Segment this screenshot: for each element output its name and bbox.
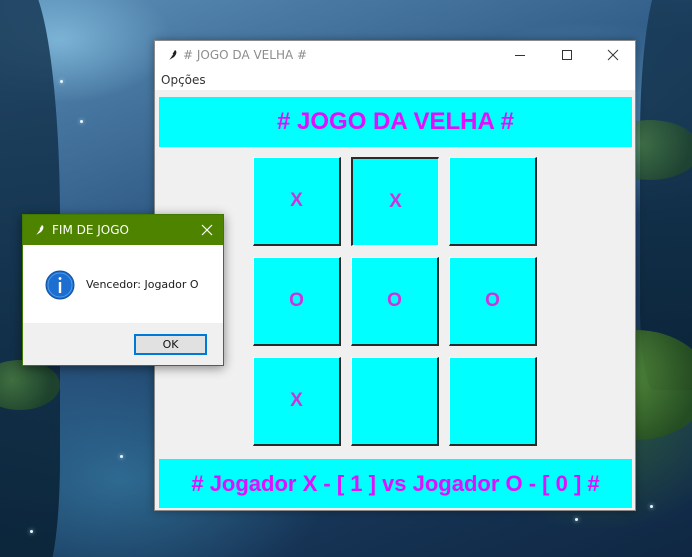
dialog-body: Vencedor: Jogador O (23, 245, 223, 323)
feather-icon (34, 225, 44, 237)
dialog-close-button[interactable] (191, 215, 223, 245)
feather-icon (167, 50, 177, 62)
board-cell-1-2[interactable]: O (449, 257, 537, 346)
board-cell-1-0[interactable]: O (253, 257, 341, 346)
info-icon (45, 270, 75, 300)
wallpaper-sparkle (575, 518, 578, 521)
board-cell-1-1[interactable]: O (351, 257, 439, 346)
game-title-banner: # JOGO DA VELHA # (159, 97, 632, 147)
dialog-titlebar[interactable]: FIM DE JOGO (23, 215, 223, 245)
board-cell-0-1[interactable]: X (351, 157, 439, 246)
dialog-title: FIM DE JOGO (52, 223, 129, 237)
close-button[interactable] (590, 41, 636, 70)
board-cell-2-0[interactable]: X (253, 357, 341, 446)
main-titlebar[interactable]: # JOGO DA VELHA # (155, 41, 635, 70)
window-title: # JOGO DA VELHA # (183, 48, 308, 62)
board-cell-2-1[interactable] (351, 357, 439, 446)
wallpaper-sparkle (30, 530, 33, 533)
minimize-button[interactable] (497, 41, 543, 70)
close-icon (607, 49, 619, 61)
wallpaper-sparkle (650, 505, 653, 508)
minimize-icon (515, 55, 525, 56)
maximize-icon (562, 50, 572, 60)
wallpaper-sparkle (120, 455, 123, 458)
menu-item-opcoes[interactable]: Opções (161, 73, 206, 87)
board-cell-2-2[interactable] (449, 357, 537, 446)
maximize-button[interactable] (544, 41, 590, 70)
wallpaper-sparkle (80, 120, 83, 123)
score-banner: # Jogador X - [ 1 ] vs Jogador O - [ 0 ]… (159, 459, 632, 508)
game-over-dialog: FIM DE JOGO Vencedor: Jogador O OK (22, 214, 224, 366)
close-icon (201, 224, 213, 236)
board-cell-0-0[interactable]: X (253, 157, 341, 246)
wallpaper-sparkle (60, 80, 63, 83)
board-cell-0-2[interactable] (449, 157, 537, 246)
main-window: # JOGO DA VELHA # Opções # JOGO DA VELHA… (154, 40, 636, 511)
ok-button[interactable]: OK (134, 334, 207, 355)
dialog-message: Vencedor: Jogador O (86, 278, 199, 291)
menubar: Opções (155, 70, 635, 90)
